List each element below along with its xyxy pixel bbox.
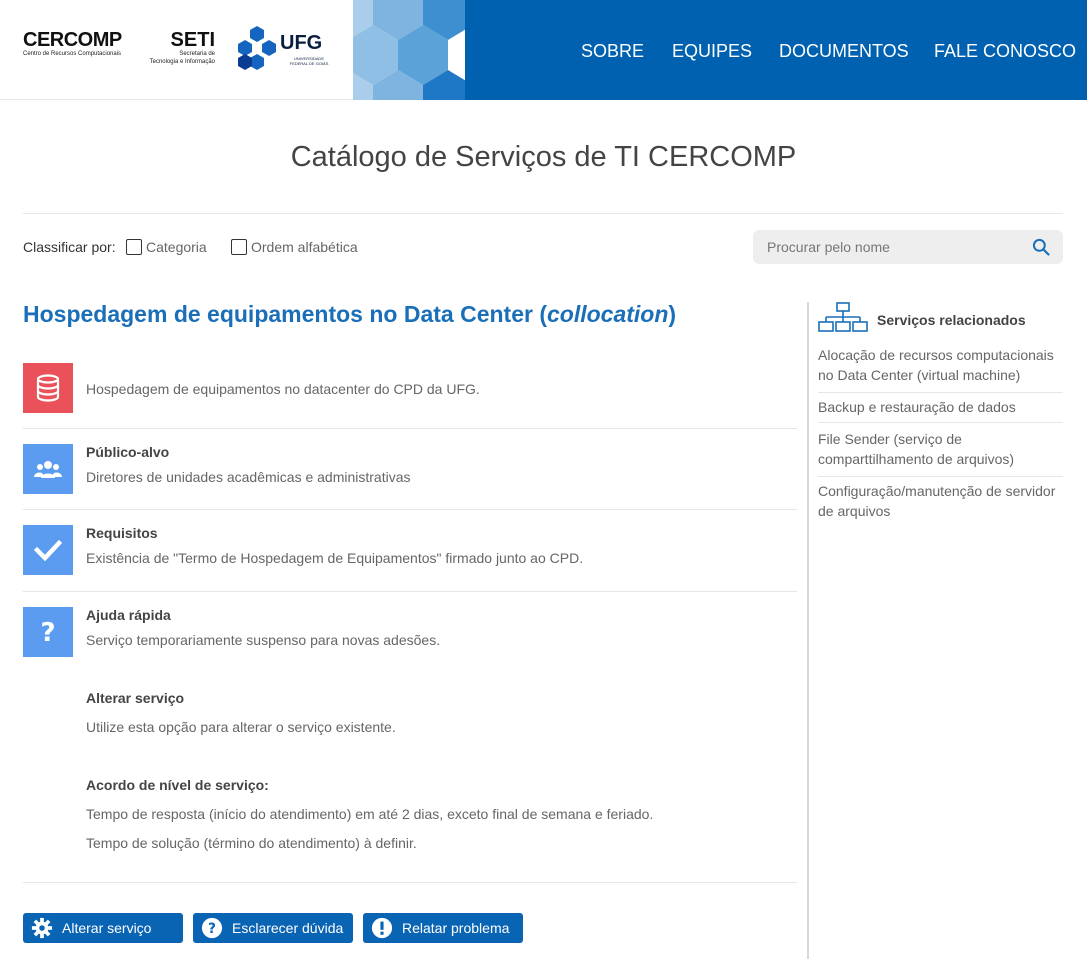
divider — [23, 428, 797, 429]
ufg-hexagon-icon — [238, 26, 276, 70]
nav-fale-conosco[interactable]: FALE CONOSCO — [934, 40, 1076, 62]
divider — [818, 422, 1063, 423]
sort-category-label[interactable]: Categoria — [146, 239, 207, 255]
service-title-close: ) — [668, 301, 677, 327]
related-item-line: File Sender (serviço de — [818, 431, 962, 447]
esclarecer-duvida-button[interactable]: ? Esclarecer dúvida — [193, 913, 353, 943]
divider — [23, 591, 797, 592]
related-item[interactable]: Alocação de recursos computacionais no D… — [818, 345, 1063, 385]
nav-documentos[interactable]: DOCUMENTOS — [779, 40, 909, 62]
related-item-line: de arquivos — [818, 503, 891, 519]
ajuda-rapida-heading: Ajuda rápida — [86, 607, 171, 623]
seti-logo-subtitle-2: Tecnologia e Informação — [149, 59, 215, 65]
alterar-servico-button-label: Alterar serviço — [62, 920, 152, 936]
search-icon[interactable] — [1031, 237, 1051, 257]
nav-sobre[interactable]: SOBRE — [581, 40, 644, 62]
divider — [818, 476, 1063, 477]
alterar-servico-button[interactable]: Alterar serviço — [23, 913, 183, 943]
divider — [818, 392, 1063, 393]
related-item-line: comparttilhamento de arquivos) — [818, 451, 1015, 467]
related-item-line: no Data Center (virtual machine) — [818, 367, 1021, 383]
ufg-logo-subtitle-2: FEDERAL DE GOIÁS — [289, 61, 329, 66]
seti-logo-name: SETI — [170, 29, 215, 51]
divider — [23, 509, 797, 510]
svg-text:?: ? — [208, 921, 216, 937]
service-title-emphasis: collocation — [546, 301, 669, 327]
sidebar-divider — [807, 302, 809, 959]
relatar-problema-button[interactable]: Relatar problema — [363, 913, 523, 943]
ajuda-rapida-text: Serviço temporariamente suspenso para no… — [86, 632, 441, 648]
sla-solution-time: Tempo de solução (término do atendimento… — [86, 835, 417, 851]
sla-response-time: Tempo de resposta (início do atendimento… — [86, 806, 654, 822]
cercomp-logo[interactable]: CERCOMP Centro de Recursos Computacionai… — [23, 30, 122, 58]
alterar-servico-text: Utilize esta opção para alterar o serviç… — [86, 719, 396, 735]
nav-equipes[interactable]: EQUIPES — [672, 40, 752, 62]
question-icon: ? — [23, 607, 73, 657]
related-item[interactable]: Backup e restauração de dados — [818, 397, 1063, 417]
related-services-title: Serviços relacionados — [877, 312, 1026, 328]
help-circle-icon: ? — [201, 917, 223, 939]
related-item[interactable]: Configuração/manutenção de servidor de a… — [818, 481, 1063, 521]
requisitos-text: Existência de "Termo de Hospedagem de Eq… — [86, 550, 584, 566]
svg-text:?: ? — [40, 618, 55, 646]
divider — [23, 213, 1063, 214]
related-item-line: Alocação de recursos computacionais — [818, 347, 1054, 363]
related-item-line: Configuração/manutenção de servidor — [818, 483, 1056, 499]
esclarecer-duvida-button-label: Esclarecer dúvida — [232, 920, 344, 936]
publico-alvo-text: Diretores de unidades acadêmicas e admin… — [86, 469, 411, 485]
related-item[interactable]: File Sender (serviço de comparttilhament… — [818, 429, 1063, 469]
decorative-hexagons — [353, 0, 465, 100]
related-item-line: Backup e restauração de dados — [818, 399, 1016, 415]
ufg-logo-name: UFG — [280, 32, 323, 54]
divider — [23, 882, 797, 883]
site-header: CERCOMP Centro de Recursos Computacionai… — [0, 0, 1087, 100]
sort-category-checkbox[interactable] — [126, 239, 142, 255]
check-icon — [23, 525, 73, 575]
sla-heading: Acordo de nível de serviço: — [86, 777, 269, 793]
sort-alphabetical-label[interactable]: Ordem alfabética — [251, 239, 358, 255]
service-description: Hospedagem de equipamentos no datacenter… — [86, 381, 480, 397]
page-title: Catálogo de Serviços de TI CERCOMP — [290, 141, 797, 173]
alterar-servico-heading: Alterar serviço — [86, 690, 185, 706]
alert-circle-icon — [371, 917, 393, 939]
service-title-main: Hospedagem de equipamentos no Data Cente… — [23, 301, 547, 327]
sort-label: Classificar por: — [23, 239, 116, 255]
relatar-problema-button-label: Relatar problema — [402, 920, 510, 936]
service-title: Hospedagem de equipamentos no Data Cente… — [23, 301, 676, 328]
users-icon — [23, 444, 73, 494]
seti-logo-subtitle-1: Secretaria de — [179, 51, 215, 57]
cercomp-logo-name: CERCOMP — [23, 29, 122, 51]
gear-icon — [31, 917, 53, 939]
database-icon — [23, 363, 73, 413]
publico-alvo-heading: Público-alvo — [86, 444, 170, 460]
cercomp-logo-subtitle: Centro de Recursos Computacionais — [23, 51, 122, 57]
sitemap-icon — [818, 302, 868, 332]
sort-alphabetical-checkbox[interactable] — [231, 239, 247, 255]
ufg-logo[interactable]: UFG UNIVERSIDADE FEDERAL DE GOIÁS — [234, 24, 334, 76]
requisitos-heading: Requisitos — [86, 525, 158, 541]
seti-logo[interactable]: SETI Secretaria de Tecnologia e Informaç… — [133, 30, 215, 66]
search-input[interactable] — [753, 230, 1063, 264]
